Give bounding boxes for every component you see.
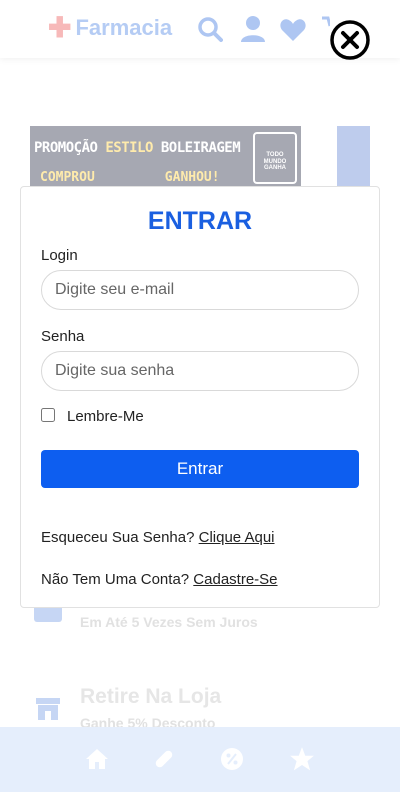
remember-me-label[interactable]: Lembre-Me (67, 408, 144, 425)
password-label: Senha (41, 328, 85, 345)
home-icon[interactable] (85, 747, 109, 776)
banner-badge: TODO MUNDO GANHA (253, 132, 297, 184)
login-label: Login (41, 247, 78, 264)
modal-title: ENTRAR (147, 207, 253, 235)
site-logo[interactable]: ✚ Farmacia (48, 14, 172, 42)
signup-link[interactable]: Cadastre-Se (193, 571, 277, 588)
feature-subtitle: Em Até 5 Vezes Sem Juros (80, 614, 258, 630)
bottom-nav (0, 727, 400, 792)
banner-headline: PROMOÇÃO ESTILO BOLEIRAGEM (34, 140, 241, 156)
forgot-password-row: Esqueceu Sua Senha? Clique Aqui (41, 529, 275, 546)
user-icon[interactable] (240, 15, 266, 48)
signup-text: Não Tem Uma Conta? (41, 571, 194, 588)
login-modal: ENTRAR Login Senha Lembre-Me Entrar Esqu… (20, 186, 380, 608)
signup-row: Não Tem Uma Conta? Cadastre-Se (41, 571, 278, 588)
logo-cross-icon: ✚ (48, 12, 72, 43)
login-submit-button[interactable]: Entrar (41, 450, 359, 488)
search-icon[interactable] (197, 16, 223, 47)
percent-icon[interactable] (220, 747, 244, 776)
star-icon[interactable] (289, 746, 315, 777)
logo-text: Farmacia (75, 15, 173, 40)
store-icon (34, 696, 62, 722)
heart-icon[interactable] (280, 18, 306, 47)
forgot-password-link[interactable]: Clique Aqui (199, 529, 275, 546)
feature-title: Retire Na Loja (80, 685, 222, 708)
banner-subline: COMPROU GANHOU! (40, 170, 220, 185)
close-icon (330, 20, 370, 60)
password-field[interactable] (41, 351, 359, 391)
forgot-password-text: Esqueceu Sua Senha? (41, 529, 199, 546)
close-button[interactable] (329, 19, 373, 63)
promo-banner[interactable]: PROMOÇÃO ESTILO BOLEIRAGEM COMPROU GANHOU… (30, 126, 301, 188)
email-field[interactable] (41, 270, 359, 310)
promo-banner-next[interactable] (337, 126, 370, 188)
remember-me-checkbox[interactable] (41, 408, 55, 422)
pill-icon[interactable] (152, 747, 176, 776)
